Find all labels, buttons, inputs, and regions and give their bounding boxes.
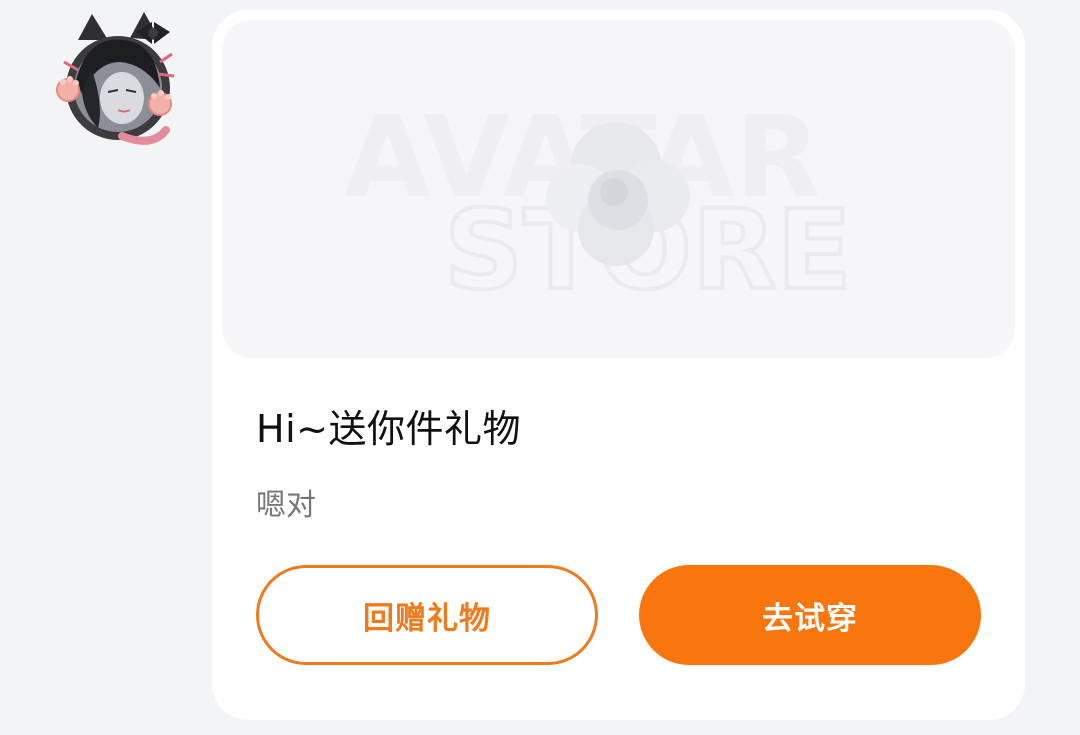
gift-message: 嗯对 [256,488,316,523]
gift-card: AVATAR STORE Hi~送你件礼物 嗯对 回赠礼物 去试穿 [212,10,1025,720]
gift-banner[interactable]: AVATAR STORE [222,20,1015,358]
return-gift-button[interactable]: 回赠礼物 [256,565,598,665]
gift-title: Hi~送你件礼物 [256,407,521,451]
cloud-gift-icon [546,122,690,266]
cat-ear-anime-avatar-icon [56,12,175,145]
sender-avatar[interactable] [48,10,180,150]
try-on-button[interactable]: 去试穿 [639,565,981,665]
